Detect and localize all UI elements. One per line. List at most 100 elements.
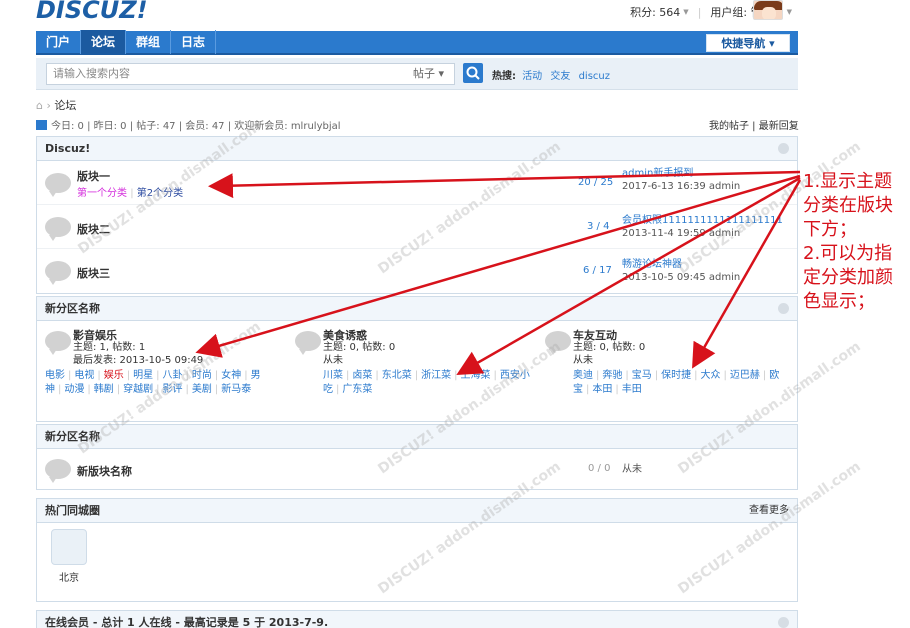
forum-counts: 0 / 0 [588,463,611,474]
group-icon [51,529,87,565]
forum-meta-last: 从未 [573,355,593,366]
subcategory-link[interactable]: 迈巴赫 [730,370,760,381]
forum-name[interactable]: 新版块名称 [77,463,132,479]
forum-icon [45,261,71,285]
subcategory-link[interactable]: 新马泰 [221,384,251,395]
subcategory-list: 川菜 | 卤菜 | 东北菜 | 浙江菜 | 上海菜 | 西安小吃 | 广东菜 [323,370,530,395]
avatar-face [762,7,776,19]
forum-meta-counts: 主题: 1, 帖数: 1 [73,342,146,353]
subcategory-link[interactable]: 影评 [163,384,183,395]
subcategory-link[interactable]: 卤菜 [352,370,372,381]
group-header: Discuz! [37,137,797,161]
search-button[interactable] [463,63,483,83]
last-post: admin新手报到 2017-6-13 16:39 admin [622,167,740,193]
forum-row: 版块二 3 / 4 会员权限1111111111111111111 2013-1… [37,205,797,249]
last-post-info: 2013-10-5 09:45 admin [622,272,741,283]
hot-term[interactable]: 活动 [522,71,542,82]
collapse-icon[interactable] [778,143,789,154]
subcategory-link[interactable]: 女神 [221,370,241,381]
forum-counts: 6 / 17 [583,265,612,276]
subcategory-link[interactable]: 丰田 [622,384,642,395]
group-header: 热门同城圈 查看更多 [37,499,797,523]
group-name[interactable]: 北京 [49,569,89,584]
subcategory-link[interactable]: 电影 [45,370,65,381]
subcategory-link[interactable]: 大众 [701,370,721,381]
subcategory-link[interactable]: 宝马 [632,370,652,381]
nav-item-portal[interactable]: 门户 [36,30,82,54]
forum-row: 版块一 第一个分类 | 第2个分类 20 / 25 admin新手报到 2017… [37,161,797,205]
forum-meta: 主题: 1, 帖数: 1 最后发表: 2013-10-5 09:49 [73,341,203,367]
subcategory-link[interactable]: 娱乐 [104,370,124,381]
forum-name[interactable]: 版块二 [77,221,110,237]
subcategory-link[interactable]: 第2个分类 [137,188,183,199]
subcategory-link[interactable]: 明星 [133,370,153,381]
home-icon[interactable]: ⌂ [36,99,43,112]
my-posts-links[interactable]: 我的帖子 | 最新回复 [709,117,799,132]
forum-cell: 美食诱惑 主题: 0, 帖数: 0 从未 川菜 | 卤菜 | 东北菜 | 浙江菜 | 上海菜 | 西… [291,321,541,421]
last-post: 从未 [622,464,642,475]
forum-stats: 今日: 0 | 昨日: 0 | 帖子: 47 | 会员: 47 | 欢迎新会员:… [36,117,341,132]
annotation-line-2: 2.可以为指定分类加颜色显示； [803,243,893,312]
breadcrumb-forum[interactable]: 论坛 [54,99,76,112]
subcategory-link[interactable]: 川菜 [323,370,343,381]
forum-counts: 3 / 4 [587,221,610,232]
search-type-select[interactable]: 帖子 ▾ [405,63,455,85]
subcategory-link[interactable]: 韩剧 [94,384,114,395]
forum-meta: 主题: 0, 帖数: 0 从未 [323,341,395,367]
chevron-down-icon: ▼ [683,8,689,16]
group-item[interactable]: 北京 [49,529,89,584]
chevron-down-icon: ▼ [786,8,792,16]
group-title[interactable]: Discuz! [45,142,90,155]
collapse-icon[interactable] [778,303,789,314]
subcategory-link[interactable]: 奥迪 [573,370,593,381]
subcategory-link[interactable]: 奔驰 [602,370,622,381]
forum-name[interactable]: 版块三 [77,265,110,281]
subcategory-link[interactable]: 八卦 [163,370,183,381]
last-post-title[interactable]: 会员权限1111111111111111111 [622,214,783,227]
quick-nav-button[interactable]: 快捷导航 ▾ [706,34,790,52]
forum-name[interactable]: 版块一 [77,168,110,184]
subcategory-link[interactable]: 电视 [74,370,94,381]
hot-search: 热搜: 活动 交友 discuz [492,67,615,82]
search-input[interactable]: 请输入搜索内容 [46,63,406,85]
avatar[interactable] [753,0,783,20]
forum-icon [545,331,571,355]
subcategory-link[interactable]: 美剧 [192,384,212,395]
last-post-title[interactable]: 畅游论坛神器 [622,258,740,271]
subcategory-link[interactable]: 东北菜 [382,370,412,381]
view-more-link[interactable]: 查看更多 [749,499,789,523]
last-post: 畅游论坛神器 2013-10-5 09:45 admin [622,258,740,284]
logo[interactable]: DISCUZ! [36,0,148,24]
subcategory-link[interactable]: 本田 [592,384,612,395]
group-title[interactable]: 新分区名称 [45,302,100,315]
forum-row: 版块三 6 / 17 畅游论坛神器 2013-10-5 09:45 admin [37,249,797,293]
forum-grid: 影音娱乐 主题: 1, 帖数: 1 最后发表: 2013-10-5 09:49 … [37,321,797,421]
online-text[interactable]: 在线会员 - 总计 1 人在线 - 最高记录是 5 于 2013-7-9. [45,616,328,628]
hot-term[interactable]: discuz [579,71,610,82]
forum-meta-last: 从未 [323,355,343,366]
subcategory-link[interactable]: 穿越剧 [123,384,153,395]
points-label[interactable]: 积分: 564 [630,4,680,20]
subcategory-link[interactable]: 浙江菜 [421,370,451,381]
subcategory-link[interactable]: 第一个分类 [77,188,127,199]
forum-cell: 影音娱乐 主题: 1, 帖数: 1 最后发表: 2013-10-5 09:49 … [41,321,291,421]
subcategory-link[interactable]: 广东菜 [342,384,372,395]
nav-item-forum[interactable]: 论坛 [81,30,127,54]
subcategory-link[interactable]: 时尚 [192,370,212,381]
collapse-icon[interactable] [778,617,789,628]
hot-term[interactable]: 交友 [550,71,570,82]
annotation-line-1: 1.显示主题分类在版块下方； [803,171,893,240]
group-title: 热门同城圈 [45,504,100,517]
last-post-title[interactable]: admin新手报到 [622,167,740,180]
subcategory-list: 第一个分类 | 第2个分类 [77,188,184,199]
nav-item-group[interactable]: 群组 [126,30,172,54]
subcategory-link[interactable]: 动漫 [64,384,84,395]
group-title[interactable]: 新分区名称 [45,430,100,443]
nav-item-blog[interactable]: 日志 [171,30,217,54]
forum-icon [45,217,71,241]
stats-text: 今日: 0 | 昨日: 0 | 帖子: 47 | 会员: 47 | 欢迎新会员:… [51,121,341,132]
subcategory-link[interactable]: 保时捷 [661,370,691,381]
forum-group-new-2: 新分区名称 新版块名称 0 / 0 从未 [36,424,798,490]
subcategory-link[interactable]: 上海菜 [461,370,491,381]
hot-city-circle: 热门同城圈 查看更多 北京 [36,498,798,602]
